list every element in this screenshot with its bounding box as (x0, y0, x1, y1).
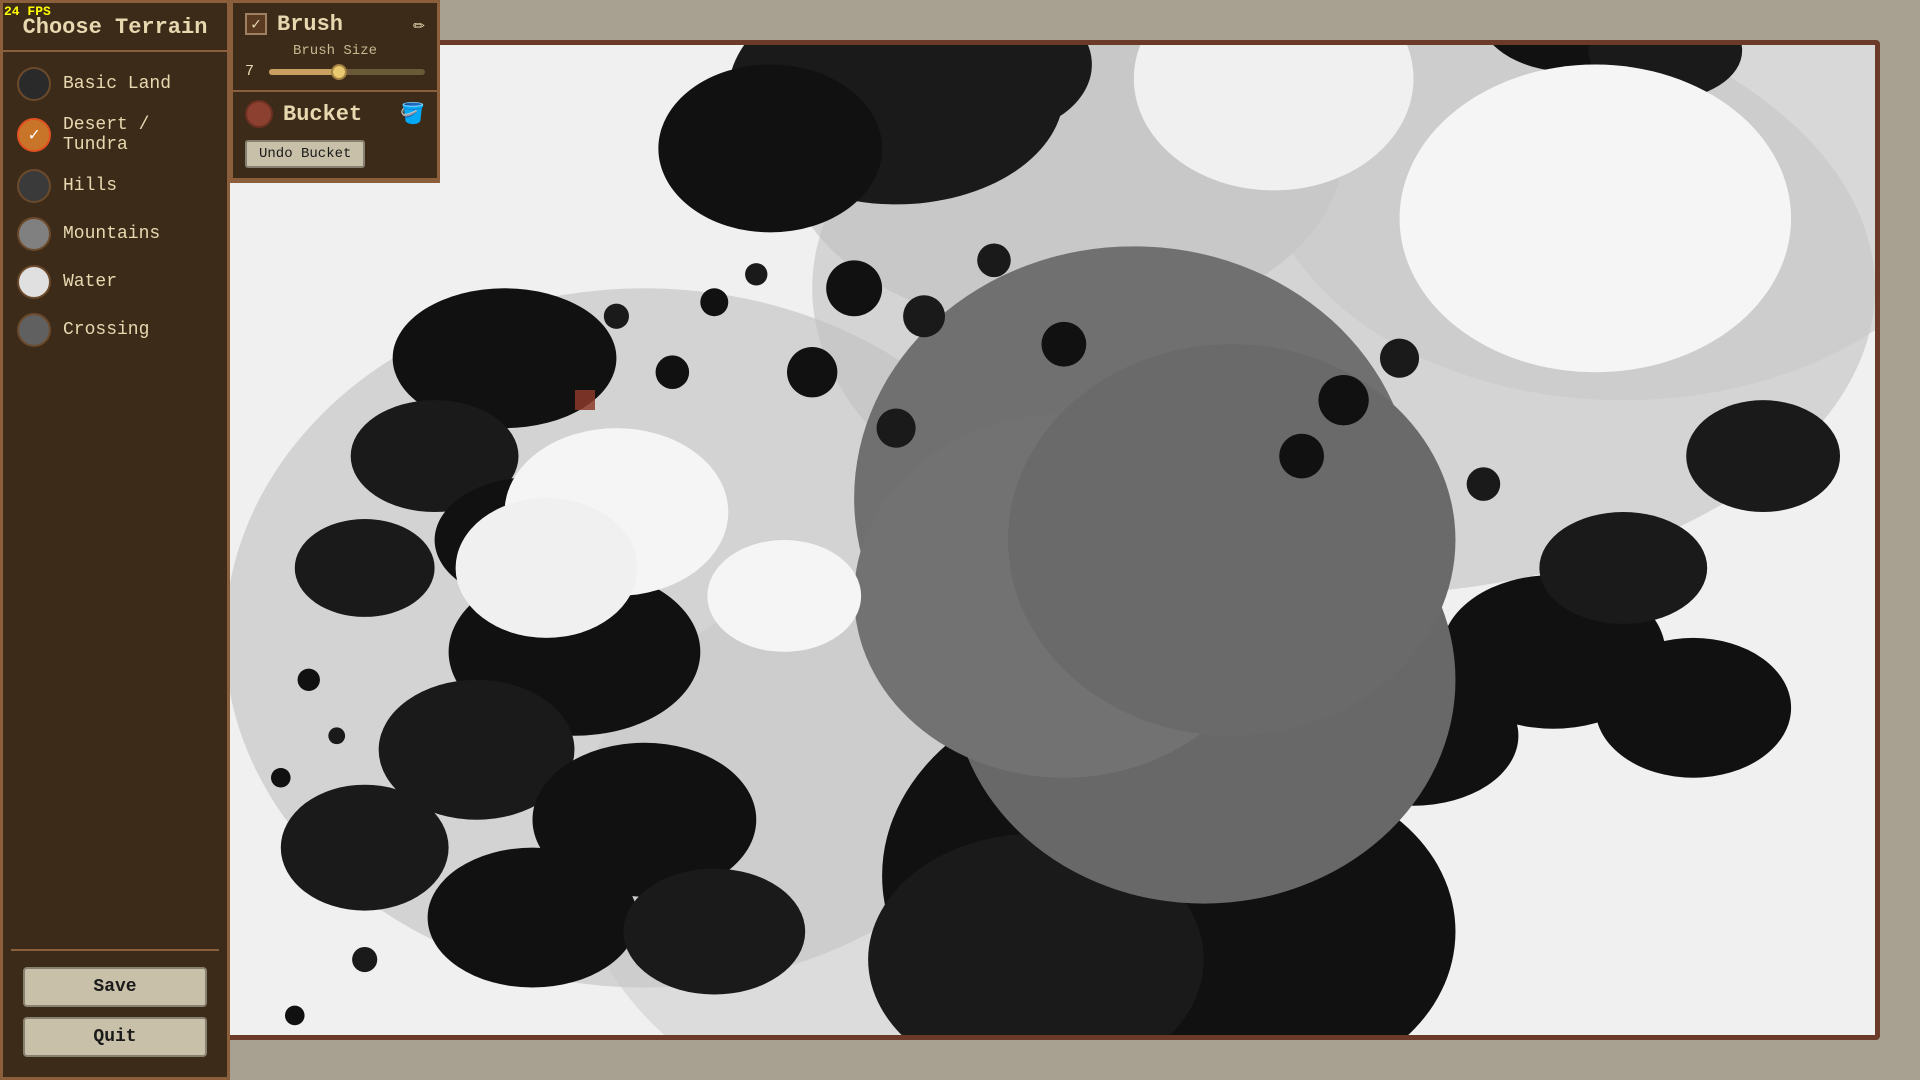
map-area[interactable] (80, 40, 1880, 1040)
terrain-item-basic-land[interactable]: ✓ Basic Land (13, 60, 217, 108)
terrain-swatch-basic-land: ✓ (17, 67, 51, 101)
terrain-item-hills[interactable]: ✓ Hills (13, 162, 217, 210)
panel-divider (11, 949, 219, 951)
undo-bucket-button[interactable]: Undo Bucket (245, 140, 365, 168)
brush-name: Brush (277, 12, 403, 37)
fps-counter: 24 FPS (4, 4, 51, 19)
terrain-item-mountains[interactable]: ✓ Mountains (13, 210, 217, 258)
brush-size-label: Brush Size (245, 43, 425, 59)
terrain-label-hills: Hills (63, 176, 117, 196)
terrain-swatch-hills: ✓ (17, 169, 51, 203)
brush-checkbox[interactable]: ✓ (245, 13, 267, 35)
terrain-item-water[interactable]: ✓ Water (13, 258, 217, 306)
terrain-item-crossing[interactable]: ✓ Crossing (13, 306, 217, 354)
bucket-icon: 🪣 (400, 101, 425, 127)
terrain-swatch-mountains: ✓ (17, 217, 51, 251)
brush-size-row: 7 (245, 63, 425, 80)
bucket-header: Bucket 🪣 (245, 100, 425, 128)
brush-section: ✓ Brush ✏ Brush Size 7 (233, 3, 437, 92)
bucket-name: Bucket (283, 102, 390, 127)
terrain-label-mountains: Mountains (63, 224, 160, 244)
map-canvas (85, 45, 1875, 1035)
brush-header: ✓ Brush ✏ (245, 11, 425, 37)
terrain-item-desert[interactable]: ✓ Desert / Tundra (13, 108, 217, 162)
brush-slider[interactable] (269, 69, 425, 75)
terrain-swatch-water: ✓ (17, 265, 51, 299)
brush-slider-thumb[interactable] (331, 64, 347, 80)
panel-buttons: Save Quit (3, 955, 227, 1077)
checkmark-desert: ✓ (29, 124, 40, 146)
tool-panel: ✓ Brush ✏ Brush Size 7 Bucket 🪣 Undo Buc… (230, 0, 440, 183)
terrain-swatch-desert: ✓ (17, 118, 51, 152)
left-panel: Choose Terrain ✓ Basic Land ✓ Desert / T… (0, 0, 230, 1080)
map-svg (85, 45, 1875, 1035)
terrain-label-desert: Desert / Tundra (63, 115, 213, 155)
terrain-label-crossing: Crossing (63, 320, 149, 340)
terrain-list: ✓ Basic Land ✓ Desert / Tundra ✓ Hills ✓… (3, 52, 227, 945)
bucket-swatch (245, 100, 273, 128)
brush-size-value: 7 (245, 63, 261, 80)
terrain-label-water: Water (63, 272, 117, 292)
brush-icon: ✏ (413, 11, 425, 37)
bucket-section: Bucket 🪣 Undo Bucket (233, 92, 437, 180)
quit-button[interactable]: Quit (23, 1017, 207, 1057)
save-button[interactable]: Save (23, 967, 207, 1007)
terrain-label-basic-land: Basic Land (63, 74, 171, 94)
terrain-swatch-crossing: ✓ (17, 313, 51, 347)
brush-slider-fill (269, 69, 339, 75)
